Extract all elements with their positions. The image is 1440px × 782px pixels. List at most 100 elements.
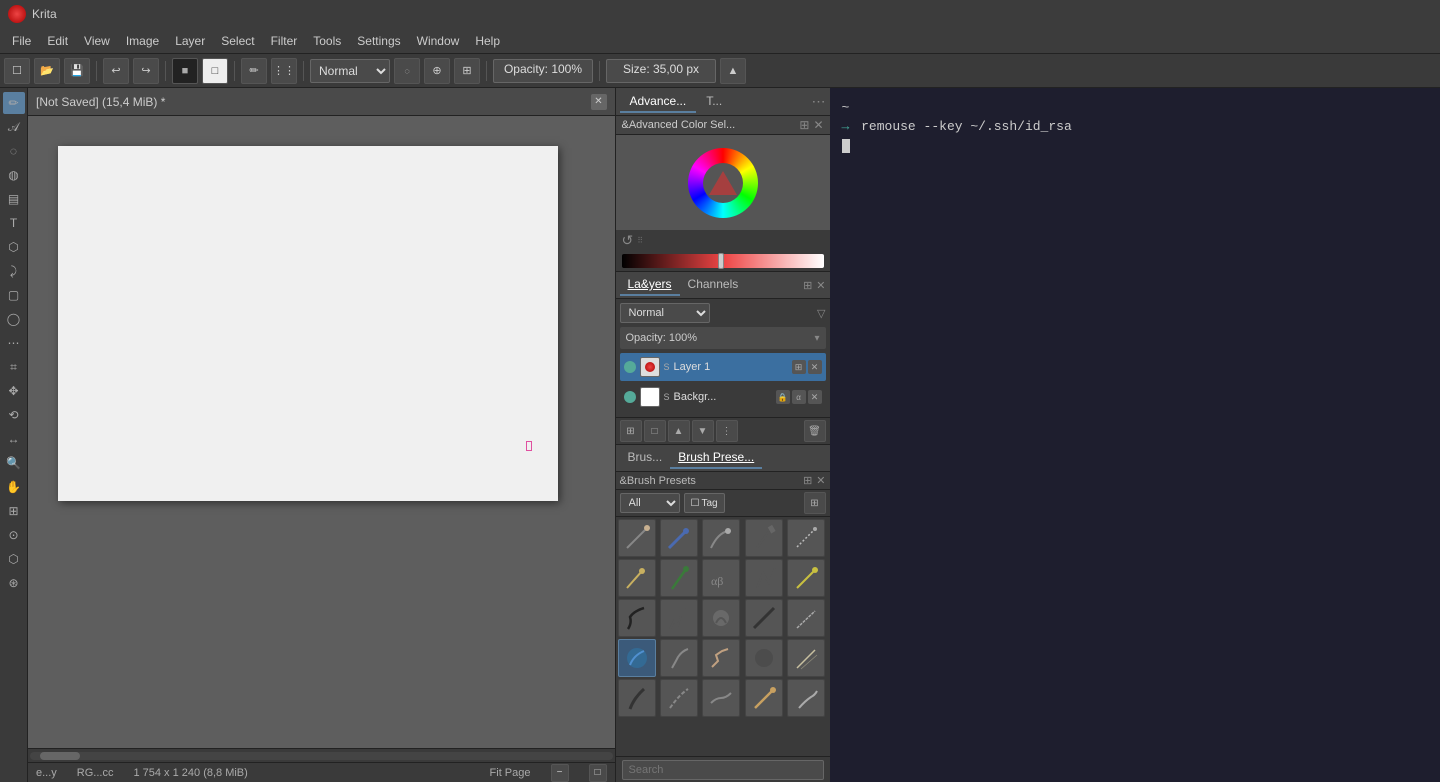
paint-brush-tool[interactable]: ✏ xyxy=(3,92,25,114)
brush-cell-11[interactable] xyxy=(618,599,656,637)
tab-t[interactable]: T... xyxy=(696,91,732,113)
color-gradient-bar[interactable] xyxy=(622,254,824,268)
measure-tool[interactable]: ↔ xyxy=(3,428,25,450)
zoom-in-button[interactable]: □ xyxy=(589,764,607,782)
brush-cell-22[interactable] xyxy=(660,679,698,717)
select-rect-tool[interactable]: ▢ xyxy=(3,284,25,306)
menu-help[interactable]: Help xyxy=(467,32,508,50)
add-layer-button[interactable]: □ xyxy=(644,420,666,442)
layer-row-2[interactable]: S Backgr... 🔒 α ✕ xyxy=(620,383,826,411)
brush-cell-12[interactable] xyxy=(660,599,698,637)
brush-cell-15[interactable] xyxy=(787,599,825,637)
brush-cell-5[interactable] xyxy=(787,519,825,557)
brush-cell-25[interactable] xyxy=(787,679,825,717)
layer-alpha-icon[interactable]: α xyxy=(792,390,806,404)
brush-search-input[interactable] xyxy=(622,760,824,780)
zoom-out-button[interactable]: − xyxy=(551,764,569,782)
select-contiguous-tool[interactable]: ⋯ xyxy=(3,332,25,354)
panel-menu-button[interactable]: ⋯ xyxy=(812,93,826,110)
brush-view-button[interactable]: ⊞ xyxy=(804,492,826,514)
redo-button[interactable]: ↪ xyxy=(133,58,159,84)
move-tool[interactable]: ✥ xyxy=(3,380,25,402)
brush-cell-8[interactable]: αβ xyxy=(702,559,740,597)
menu-filter[interactable]: Filter xyxy=(263,32,306,50)
brush-cell-2[interactable] xyxy=(660,519,698,557)
bg-color-button[interactable]: □ xyxy=(202,58,228,84)
blend-mode-select[interactable]: Normal xyxy=(310,59,390,83)
select-ellipse-tool[interactable]: ◯ xyxy=(3,308,25,330)
new-document-button[interactable]: ☐ xyxy=(4,58,30,84)
color-wheel[interactable] xyxy=(688,148,758,218)
layer-lock-icon[interactable]: 🔒 xyxy=(776,390,790,404)
crop-tool[interactable]: ⌗ xyxy=(3,356,25,378)
horizontal-scrollbar[interactable] xyxy=(28,748,615,762)
brush-presets-config-icon[interactable]: ⊞ xyxy=(803,474,812,487)
layers-panel-close-icon[interactable]: ✕ xyxy=(816,279,825,292)
calligraphy-tool[interactable]: 𝒜 xyxy=(3,116,25,138)
move-layer-up-button[interactable]: ▲ xyxy=(668,420,690,442)
menu-edit[interactable]: Edit xyxy=(39,32,76,50)
layer-options-button[interactable]: ⋮ xyxy=(716,420,738,442)
transform-tool[interactable]: ⟲ xyxy=(3,404,25,426)
brush-cell-3[interactable] xyxy=(702,519,740,557)
layer-action-btn-1b[interactable]: ✕ xyxy=(808,360,822,374)
tab-brush-presets[interactable]: Brush Prese... xyxy=(670,447,762,469)
color-picker-tool[interactable]: ⊙ xyxy=(3,524,25,546)
shape-tool[interactable]: ⬡ xyxy=(3,236,25,258)
color-selector-close-icon[interactable]: ✕ xyxy=(813,118,823,132)
pan-tool[interactable]: ✋ xyxy=(3,476,25,498)
color-refresh-icon[interactable]: ↺ xyxy=(622,232,634,249)
color-gradient-handle[interactable] xyxy=(718,253,724,269)
zoom-tool[interactable]: 🔍 xyxy=(3,452,25,474)
brush-cell-21[interactable] xyxy=(618,679,656,717)
size-up-button[interactable]: ▲ xyxy=(720,58,746,84)
brush-cell-13[interactable] xyxy=(702,599,740,637)
color-wheel-container[interactable] xyxy=(616,135,830,230)
transform-button[interactable]: ⊕ xyxy=(424,58,450,84)
brush-cell-19[interactable] xyxy=(745,639,783,677)
menu-view[interactable]: View xyxy=(76,32,118,50)
menu-image[interactable]: Image xyxy=(118,32,167,50)
layer-eye-1[interactable] xyxy=(624,361,636,373)
brush-cell-20[interactable] xyxy=(787,639,825,677)
fg-color-button[interactable]: ■ xyxy=(172,58,198,84)
path-tool[interactable]: ⤸ xyxy=(3,260,25,282)
add-group-layer-button[interactable]: ⊞ xyxy=(620,420,642,442)
save-document-button[interactable]: 💾 xyxy=(64,58,90,84)
canvas-content[interactable] xyxy=(58,146,558,501)
brush-settings-button[interactable]: ✏ xyxy=(241,58,267,84)
brush-tag-button[interactable]: ☐ Tag xyxy=(684,493,725,513)
brush-cell-17[interactable] xyxy=(660,639,698,677)
delete-layer-button[interactable]: 🗑 xyxy=(804,420,826,442)
tab-layers[interactable]: La&yers xyxy=(620,274,680,296)
open-document-button[interactable]: 📂 xyxy=(34,58,60,84)
brush-cell-4[interactable] xyxy=(745,519,783,557)
eraser-button[interactable]: ◌ xyxy=(394,58,420,84)
wrap-button[interactable]: ⊞ xyxy=(454,58,480,84)
canvas-tab-close-button[interactable]: ✕ xyxy=(591,94,607,110)
eraser-tool[interactable]: ◌ xyxy=(3,140,25,162)
layer-row-1[interactable]: S Layer 1 ⊞ ✕ xyxy=(620,353,826,381)
brush-cell-14[interactable] xyxy=(745,599,783,637)
fill-tool[interactable]: ◍ xyxy=(3,164,25,186)
text-tool[interactable]: T xyxy=(3,212,25,234)
scroll-thumb[interactable] xyxy=(40,752,80,760)
menu-tools[interactable]: Tools xyxy=(305,32,349,50)
brush-filter-select[interactable]: All xyxy=(620,493,680,513)
brush-cell-10[interactable] xyxy=(787,559,825,597)
layers-panel-config-icon[interactable]: ⊞ xyxy=(803,279,812,292)
layer-eye-2[interactable] xyxy=(624,391,636,403)
brush-cell-7[interactable] xyxy=(660,559,698,597)
canvas-scroll-area[interactable] xyxy=(28,116,615,748)
layers-opacity-arrow[interactable]: ▾ xyxy=(814,333,819,344)
assistant-tool[interactable]: ⊛ xyxy=(3,572,25,594)
menu-window[interactable]: Window xyxy=(409,32,468,50)
brush-cell-18[interactable] xyxy=(702,639,740,677)
undo-button[interactable]: ↩ xyxy=(103,58,129,84)
layers-filter-icon[interactable]: ▽ xyxy=(817,307,825,320)
brush-presets-button[interactable]: ⋮⋮ xyxy=(271,58,297,84)
layer-action-btn-1a[interactable]: ⊞ xyxy=(792,360,806,374)
move-layer-down-button[interactable]: ▼ xyxy=(692,420,714,442)
layers-blend-mode-select[interactable]: Normal xyxy=(620,303,710,323)
gradient-tool[interactable]: ▤ xyxy=(3,188,25,210)
